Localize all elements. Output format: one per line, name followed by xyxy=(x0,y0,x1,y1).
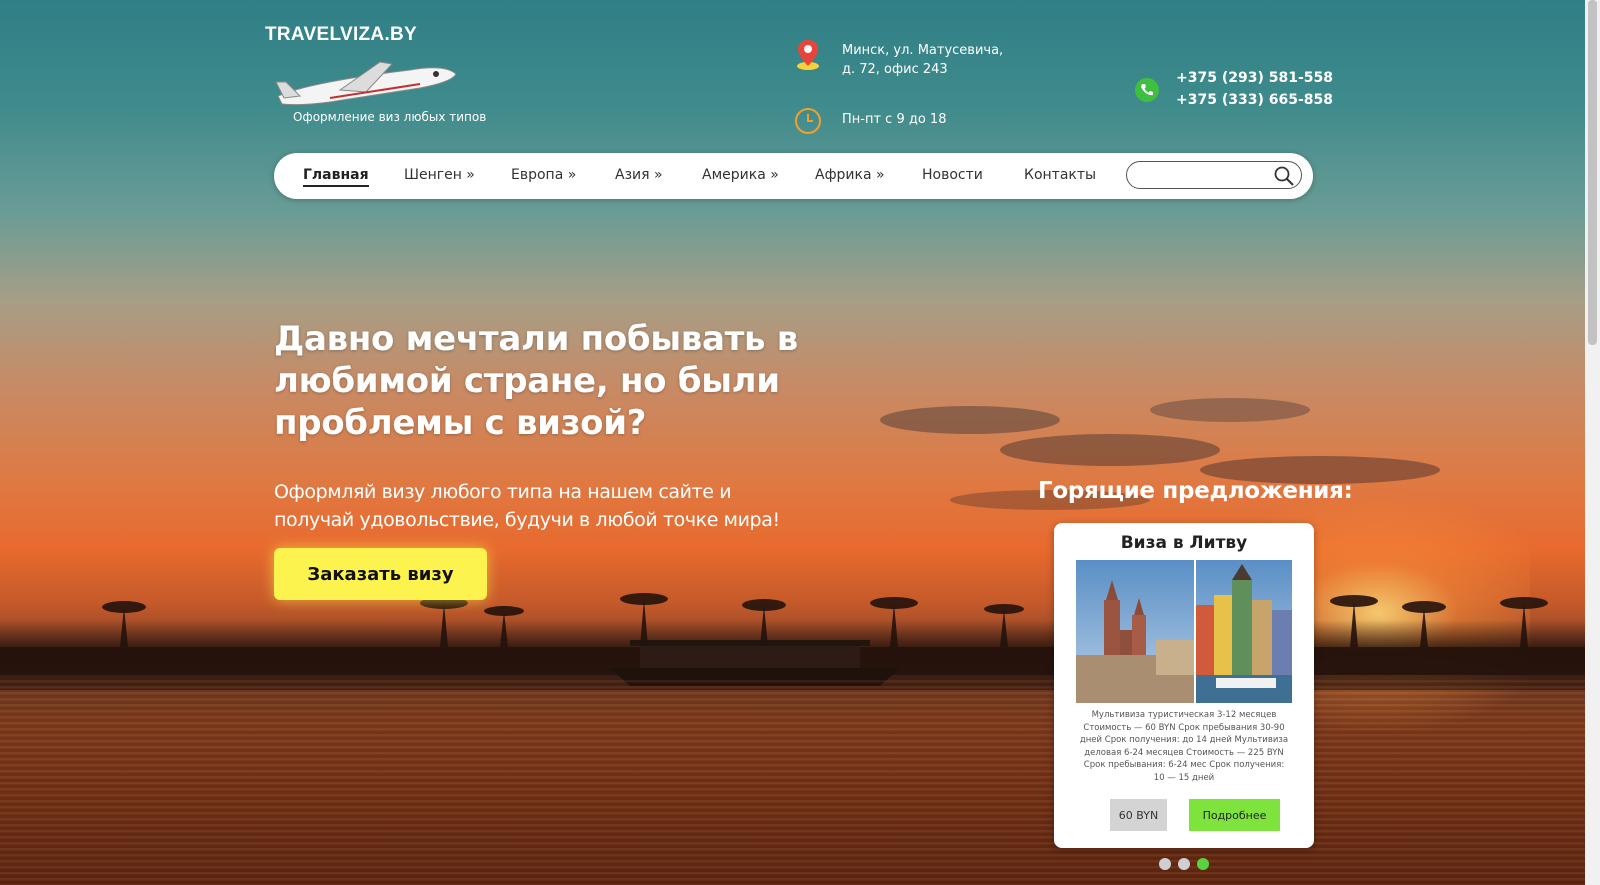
details-button[interactable]: Подробнее xyxy=(1189,799,1280,831)
search-icon[interactable] xyxy=(1273,165,1295,187)
nav-item-schengen[interactable]: Шенген » xyxy=(404,167,475,183)
scrollbar-thumb[interactable] xyxy=(1588,0,1597,345)
hero-title: Давно мечтали побывать в любимой стране,… xyxy=(274,319,798,443)
clouds-decoration xyxy=(880,398,1440,510)
nav-item-label: Главная xyxy=(303,167,369,183)
search-input[interactable] xyxy=(1139,166,1273,186)
slider-dot-3[interactable] xyxy=(1197,858,1209,870)
search-box xyxy=(1126,161,1302,189)
working-hours: Пн-пт с 9 до 18 xyxy=(842,112,947,127)
address-line-1: Минск, ул. Матусевича, xyxy=(842,43,1004,58)
address: Минск, ул. Матусевича, д. 72, офис 243 xyxy=(842,41,1003,79)
phone-icon xyxy=(1135,78,1159,102)
logo[interactable]: TRAVELVIZA.BY Оформление виз любых типов xyxy=(265,24,505,134)
map-pin-icon xyxy=(797,40,819,70)
logo-tagline: Оформление виз любых типов xyxy=(293,110,487,124)
nav-item-america[interactable]: Америка » xyxy=(702,167,779,183)
clock-icon xyxy=(795,108,821,134)
hot-offers-heading: Горящие предложения: xyxy=(1038,478,1353,504)
address-line-2: д. 72, офис 243 xyxy=(842,62,948,77)
order-visa-button[interactable]: Заказать визу xyxy=(274,548,487,600)
scrollbar[interactable] xyxy=(1585,0,1600,885)
nav-item-news[interactable]: Новости xyxy=(922,167,983,183)
phone-numbers: +375 (293) 581-558 +375 (333) 665-858 xyxy=(1176,67,1333,111)
offer-card: Виза в Литву Мультивиза туристическая 3-… xyxy=(1054,523,1314,848)
offer-card-description: Мультивиза туристическая 3-12 месяцев Ст… xyxy=(1079,710,1289,783)
slider-dot-2[interactable] xyxy=(1178,858,1190,870)
nav-active-underline xyxy=(303,185,369,187)
nav-item-home[interactable]: Главная xyxy=(303,167,369,187)
nav-item-contacts[interactable]: Контакты xyxy=(1024,167,1096,183)
phone-1[interactable]: +375 (293) 581-558 xyxy=(1176,67,1333,89)
hero-subtitle: Оформляй визу любого типа на нашем сайте… xyxy=(274,481,780,531)
nav-item-africa[interactable]: Африка » xyxy=(815,167,885,183)
nav-item-asia[interactable]: Азия » xyxy=(615,167,663,183)
price-button[interactable]: 60 BYN xyxy=(1110,799,1167,831)
nav-item-europe[interactable]: Европа » xyxy=(511,167,576,183)
slider-dot-1[interactable] xyxy=(1159,858,1171,870)
phone-2[interactable]: +375 (333) 665-858 xyxy=(1176,89,1333,111)
offer-card-title: Виза в Литву xyxy=(1120,533,1248,553)
water xyxy=(0,680,1585,885)
offer-card-image xyxy=(1076,560,1292,703)
page: TRAVELVIZA.BY Оформление виз любых типов… xyxy=(0,0,1585,885)
airplane-icon xyxy=(275,61,457,106)
main-nav: Главная Шенген » Европа » Азия » Америка… xyxy=(274,153,1313,199)
logo-text: TRAVELVIZA.BY xyxy=(265,24,418,45)
